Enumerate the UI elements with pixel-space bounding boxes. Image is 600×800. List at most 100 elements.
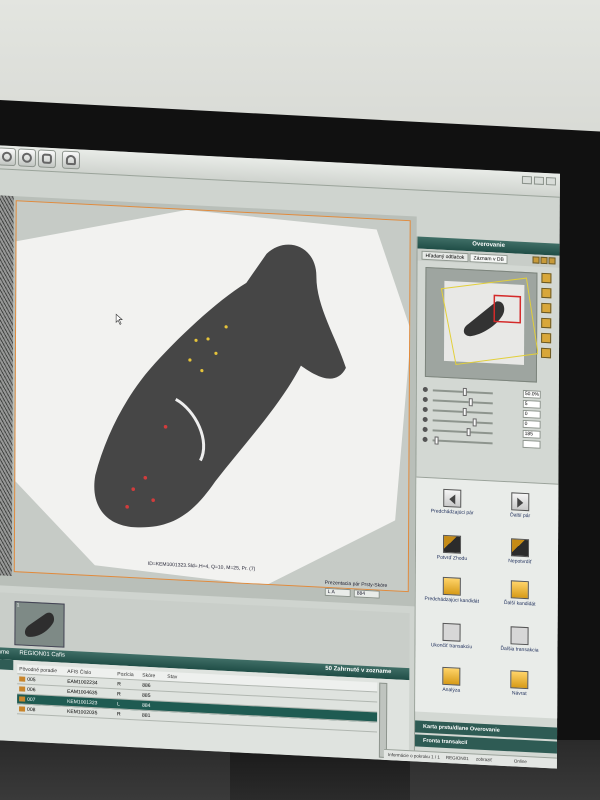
thumbnail[interactable]: 1: [14, 601, 65, 648]
reject-icon: [510, 538, 530, 558]
confirm-match-button[interactable]: Potvrď Zhodu: [424, 534, 480, 563]
close-icon[interactable]: [545, 177, 556, 186]
slider-value[interactable]: 185: [522, 429, 541, 439]
list-scrollbar[interactable]: [378, 682, 388, 759]
latent-print-image: [15, 209, 411, 586]
record-icon: [19, 696, 26, 702]
status-progress: Informácie o pokroku 1 / 1: [387, 752, 440, 760]
next-pair-button[interactable]: Ďalší pár: [492, 491, 548, 520]
pair-score: 884: [353, 589, 380, 599]
row-order: 007: [27, 696, 36, 704]
settings-icon[interactable]: [0, 147, 16, 167]
contrast-icon: [422, 406, 428, 413]
rotation-icon: [422, 426, 428, 433]
document-icon: [510, 626, 529, 646]
record-icon: [19, 676, 26, 682]
maximize-icon[interactable]: [533, 176, 544, 185]
previous-candidate-icon: [442, 576, 461, 596]
list-count: 50 Zahrnuté v zozname: [325, 665, 392, 676]
slider-value[interactable]: 50.0%: [522, 389, 541, 399]
previous-pair-label: Predchádzajúci pár: [430, 508, 474, 517]
row-score: 881: [142, 712, 151, 720]
arrow-right-icon: [511, 492, 530, 512]
copy-icon[interactable]: [548, 257, 556, 265]
zoom-icon[interactable]: [532, 256, 540, 264]
row-position: R: [117, 681, 121, 688]
analysis-label: Analýza: [442, 686, 461, 694]
thumbnail-image: [24, 612, 55, 637]
row-position: R: [117, 691, 121, 698]
status-mode: zobraziť: [475, 756, 493, 763]
return-label: Návrat: [511, 690, 527, 698]
next-transaction-label: Ďalšia transakcia: [500, 645, 539, 654]
pair-finger: L A: [324, 587, 351, 598]
reject-match-button[interactable]: Nepotvrdiť: [492, 537, 548, 566]
end-transaction-button[interactable]: Ukončiť transakciu: [423, 622, 479, 651]
tab-db-record[interactable]: Záznam v DB: [469, 253, 508, 265]
zoom-in-icon[interactable]: [541, 272, 552, 284]
list-left-tab-label: zname: [0, 648, 10, 656]
return-button[interactable]: Návrat: [491, 669, 547, 698]
zoom-out-icon[interactable]: [541, 287, 552, 299]
row-order: 006: [27, 686, 36, 694]
rotate-icon[interactable]: [541, 317, 552, 329]
lock-icon: [442, 622, 461, 642]
row-afis: KEM1002035: [67, 708, 98, 717]
column-header[interactable]: AFIS Číslo: [67, 669, 91, 676]
row-order: 008: [27, 706, 36, 714]
slider-value[interactable]: [522, 439, 541, 449]
sharpness-icon: [422, 436, 428, 443]
fingerprint-canvas[interactable]: [13, 200, 411, 593]
row-position: L: [117, 701, 120, 708]
row-order: 005: [27, 676, 36, 684]
fingerprint-icon[interactable]: [37, 149, 56, 169]
row-afis: EAM1004635: [67, 688, 98, 697]
overview-minimap[interactable]: [424, 266, 539, 383]
window-controls: [521, 175, 556, 186]
previous-candidate-button[interactable]: Predchádzajúci kandidát: [424, 576, 480, 605]
user-icon[interactable]: [61, 150, 80, 170]
next-candidate-label: Ďalší kandidát: [503, 599, 536, 608]
left-list-tab[interactable]: [0, 658, 14, 671]
next-pair-label: Ďalší pár: [510, 512, 531, 520]
reference-print-strip: [0, 194, 14, 577]
flip-icon[interactable]: [541, 332, 552, 344]
analysis-button[interactable]: Analýza: [423, 666, 479, 695]
previous-candidate-label: Predchádzajúci kandidát: [424, 595, 479, 605]
list-title: REGION01 Cafis: [19, 650, 66, 659]
fit-icon[interactable]: [541, 302, 552, 314]
column-header[interactable]: Pôvodné poradie: [19, 666, 57, 674]
target-icon[interactable]: [17, 148, 36, 168]
slider-value[interactable]: 0: [522, 419, 541, 429]
analysis-icon: [442, 666, 461, 686]
reset-icon[interactable]: [541, 347, 552, 359]
tab-searched-print[interactable]: Hľadaný odtlačok: [421, 250, 469, 263]
slider-value[interactable]: 0: [522, 409, 541, 419]
image-adjustments: 50.0% 5 0 0 185: [422, 385, 555, 452]
screen: ID=KEM1001323.Sld=.H=4, Q=10, M=25, Pr. …: [0, 145, 560, 769]
status-online: Online: [513, 758, 527, 765]
previous-pair-button[interactable]: Predchádzajúci pár: [424, 488, 480, 517]
minimize-icon[interactable]: [521, 175, 532, 185]
verification-panel: Overovanie Hľadaný odtlačok Záznam v DB: [413, 236, 560, 769]
fingerprint-viewer: [0, 194, 417, 607]
brightness-icon: [422, 396, 428, 403]
row-score: 885: [142, 692, 151, 700]
minimap-image: [440, 277, 539, 366]
row-afis: EAM1002234: [67, 678, 98, 687]
pair-info: Prezentacia pár Prsty-Skóre L A 884: [324, 580, 387, 599]
column-header[interactable]: Skóre: [142, 673, 155, 680]
column-header[interactable]: Pozícia: [117, 671, 133, 678]
home-icon: [510, 670, 529, 690]
next-candidate-button[interactable]: Ďalší kandidát: [492, 579, 548, 608]
next-transaction-button[interactable]: Ďalšia transakcia: [491, 625, 547, 654]
row-afis: KEM1001323: [67, 698, 98, 707]
reject-match-label: Nepotvrdiť: [508, 558, 532, 566]
print-icon[interactable]: [540, 256, 548, 265]
tab-tools: [532, 256, 556, 265]
confirm-match-label: Potvrď Zhodu: [436, 554, 468, 563]
column-header[interactable]: Stav: [167, 674, 177, 681]
next-candidate-icon: [510, 580, 529, 600]
slider-value[interactable]: 5: [522, 399, 541, 409]
verification-actions: Predchádzajúci pár Ďalší pár Potvrď Zhod…: [415, 476, 560, 719]
